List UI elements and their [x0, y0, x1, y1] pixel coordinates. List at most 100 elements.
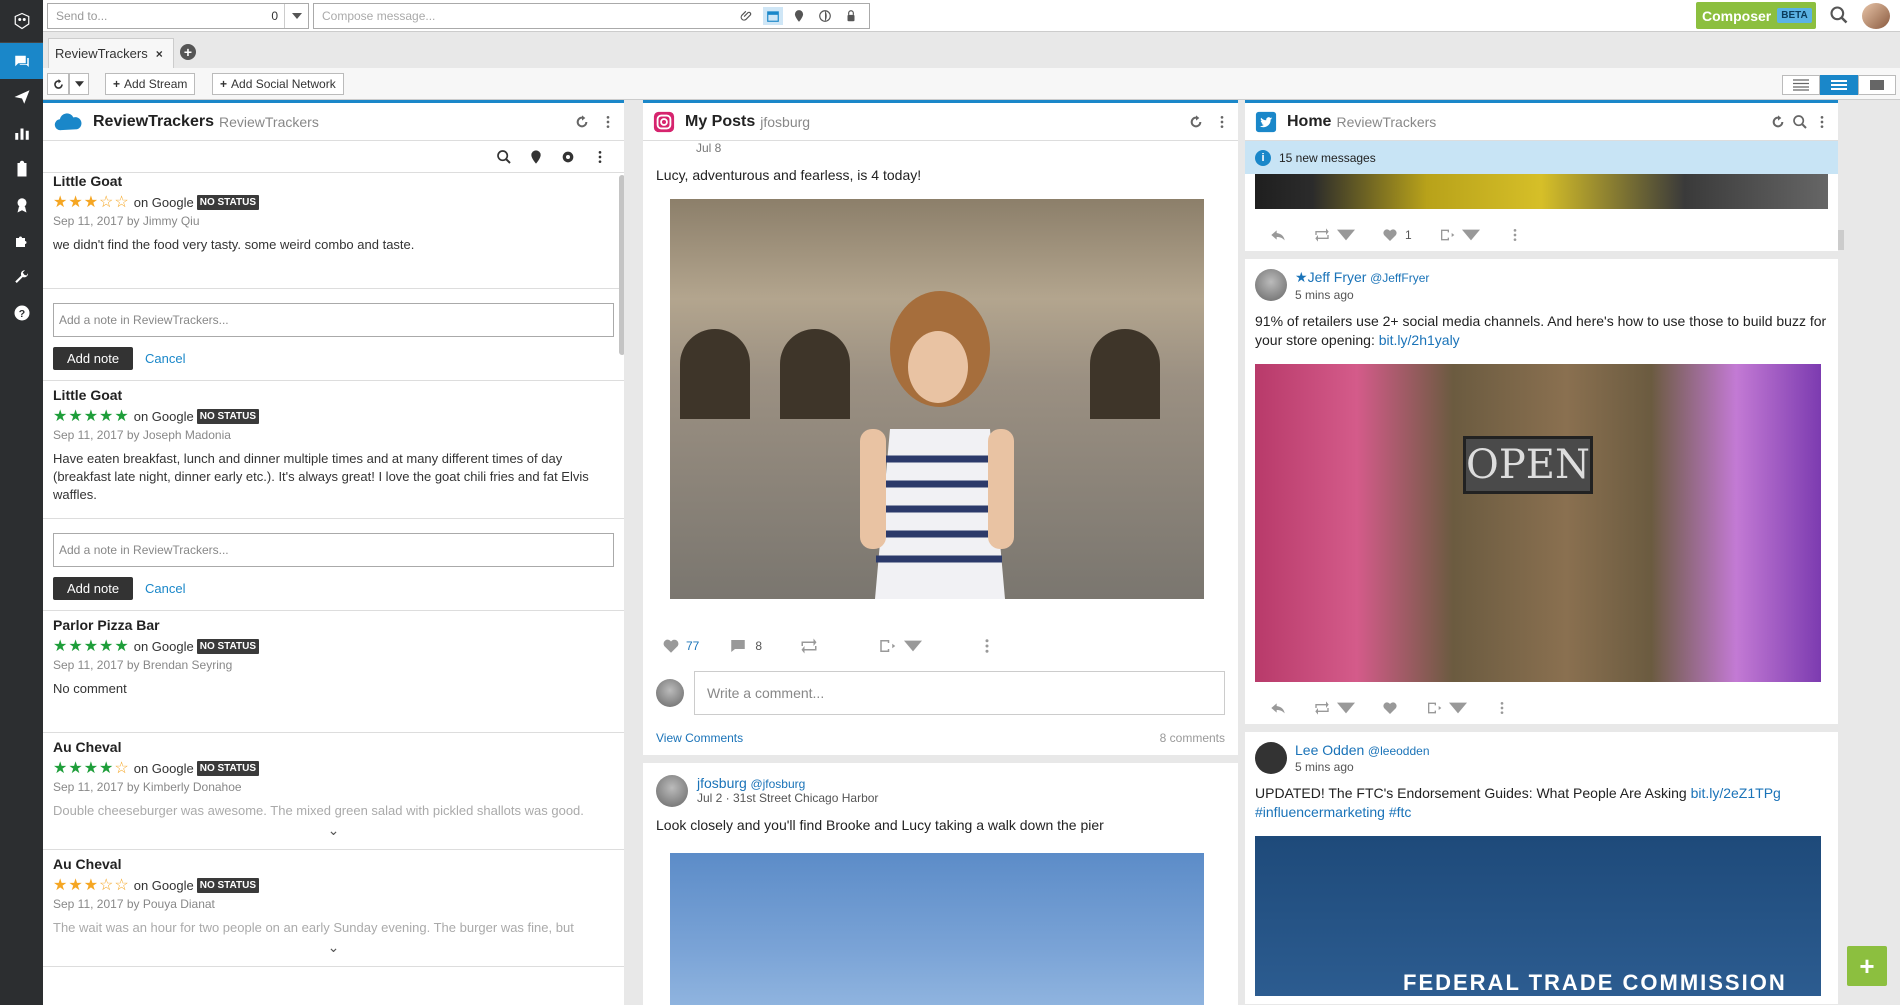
heart-icon[interactable]	[1381, 227, 1399, 243]
cancel-link[interactable]: Cancel	[145, 581, 185, 596]
retweet-icon[interactable]	[1313, 227, 1331, 243]
tab-reviewtrackers[interactable]: ReviewTrackers ×	[48, 38, 174, 68]
comment-icon[interactable]	[729, 637, 747, 655]
tweet-hashtags[interactable]: #influencermarketing #ftc	[1255, 804, 1411, 820]
tweet-image[interactable]: FEDERAL TRADE COMMISSION	[1255, 836, 1821, 996]
refresh-icon[interactable]	[1770, 114, 1786, 130]
post-photo[interactable]	[670, 199, 1204, 599]
author-avatar[interactable]	[1255, 269, 1287, 301]
post-photo[interactable]	[670, 853, 1204, 1005]
tweet-link[interactable]: bit.ly/2h1yaly	[1379, 332, 1460, 348]
location-button[interactable]	[789, 7, 809, 25]
new-messages-banner[interactable]: i 15 new messages	[1245, 141, 1838, 174]
tweet-link[interactable]: bit.ly/2eZ1TPg	[1691, 785, 1781, 801]
author-handle[interactable]: @leeodden	[1368, 744, 1430, 758]
add-note-button[interactable]: Add note	[53, 347, 134, 370]
expand-chevron-icon[interactable]: ⌄	[53, 822, 614, 839]
share-icon[interactable]	[1438, 227, 1456, 243]
view-compact-toggle[interactable]	[1782, 75, 1820, 95]
author-name[interactable]: ★Jeff Fryer	[1295, 269, 1366, 285]
more-vertical-icon[interactable]	[592, 149, 608, 165]
search-icon[interactable]	[496, 149, 512, 165]
refresh-icon[interactable]	[574, 114, 590, 130]
search-icon[interactable]	[1792, 114, 1808, 130]
gear-icon[interactable]	[560, 149, 576, 165]
heart-icon[interactable]	[662, 637, 680, 655]
more-vertical-icon[interactable]	[600, 114, 616, 130]
stream-toolbar: + Add Stream + Add Social Network	[43, 68, 1900, 100]
refresh-all-button[interactable]	[47, 73, 69, 95]
tab-close-icon[interactable]: ×	[156, 47, 163, 61]
reply-icon[interactable]	[1269, 700, 1287, 716]
comment-input[interactable]: Write a comment...	[694, 671, 1225, 715]
more-vertical-icon[interactable]	[1506, 227, 1524, 243]
reply-icon[interactable]	[1269, 227, 1287, 243]
chevron-down-icon[interactable]	[1337, 227, 1355, 243]
location-pin-icon[interactable]	[528, 149, 544, 165]
note-input[interactable]: Add a note in ReviewTrackers...	[53, 533, 614, 567]
share-icon[interactable]	[878, 637, 896, 655]
chevron-down-icon[interactable]	[904, 637, 923, 655]
star-rating-icon: ★★★☆☆	[53, 877, 130, 894]
global-search-button[interactable]	[1829, 5, 1849, 28]
schedule-button[interactable]	[763, 7, 783, 25]
nav-publisher[interactable]	[0, 79, 43, 115]
chevron-down-icon[interactable]	[1449, 700, 1467, 716]
send-to-dropdown[interactable]	[284, 4, 308, 28]
nav-tools[interactable]	[0, 259, 43, 295]
status-badge[interactable]: NO STATUS	[196, 877, 260, 893]
column-gap	[1238, 100, 1245, 1005]
nav-apps[interactable]	[0, 223, 43, 259]
send-to-input[interactable]: Send to... 0	[47, 3, 309, 29]
nav-contacts[interactable]	[0, 187, 43, 223]
compose-input[interactable]: Compose message...	[313, 3, 870, 29]
user-avatar[interactable]	[1862, 3, 1890, 29]
expand-chevron-icon[interactable]: ⌄	[53, 939, 614, 956]
repost-icon[interactable]	[800, 637, 818, 655]
more-vertical-icon[interactable]	[978, 637, 996, 655]
author-avatar[interactable]	[1255, 742, 1287, 774]
chevron-down-icon[interactable]	[1461, 227, 1480, 243]
nav-help[interactable]: ?	[0, 295, 43, 331]
view-expanded-toggle[interactable]	[1858, 75, 1896, 95]
add-social-network-button[interactable]: + Add Social Network	[212, 73, 344, 95]
view-comments-link[interactable]: View Comments	[656, 731, 743, 745]
nav-streams[interactable]	[0, 43, 43, 79]
nav-assignments[interactable]	[0, 151, 43, 187]
retweet-icon[interactable]	[1313, 700, 1331, 716]
author-handle[interactable]: @jfosburg	[750, 777, 805, 791]
heart-icon[interactable]	[1381, 700, 1399, 716]
status-badge[interactable]: NO STATUS	[196, 194, 260, 210]
status-badge[interactable]: NO STATUS	[196, 760, 260, 776]
stream-scrollbar[interactable]	[1838, 230, 1844, 250]
tweet-image[interactable]: OPEN	[1255, 364, 1821, 682]
tweet-image[interactable]	[1255, 174, 1828, 209]
add-tab-button[interactable]: +	[180, 44, 196, 60]
view-standard-toggle[interactable]	[1820, 75, 1858, 95]
nav-analytics[interactable]	[0, 115, 43, 151]
composer-button[interactable]: Composer BETA	[1696, 2, 1816, 29]
more-vertical-icon[interactable]	[1214, 114, 1230, 130]
attach-button[interactable]	[737, 7, 757, 25]
add-note-button[interactable]: Add note	[53, 577, 134, 600]
privacy-button[interactable]	[841, 7, 861, 25]
status-badge[interactable]: NO STATUS	[196, 408, 260, 424]
floating-add-button[interactable]: +	[1847, 946, 1887, 986]
refresh-options-dropdown[interactable]	[69, 73, 89, 95]
more-vertical-icon[interactable]	[1493, 700, 1511, 716]
note-input[interactable]: Add a note in ReviewTrackers...	[53, 303, 614, 337]
author-name[interactable]: jfosburg	[697, 775, 747, 791]
more-vertical-icon[interactable]	[1814, 114, 1830, 130]
add-stream-button[interactable]: + Add Stream	[105, 73, 196, 95]
review-meta: Sep 11, 2017 by Kimberly Donahoe	[53, 780, 242, 794]
refresh-icon[interactable]	[1188, 114, 1204, 130]
author-handle[interactable]: @JeffFryer	[1370, 271, 1429, 285]
targeting-button[interactable]	[815, 7, 835, 25]
status-badge[interactable]: NO STATUS	[196, 638, 260, 654]
chevron-down-icon[interactable]	[1337, 700, 1355, 716]
hootsuite-owl-logo[interactable]	[0, 0, 43, 43]
author-avatar[interactable]	[656, 775, 688, 807]
author-name[interactable]: Lee Odden	[1295, 742, 1364, 758]
cancel-link[interactable]: Cancel	[145, 351, 185, 366]
share-icon[interactable]	[1425, 700, 1443, 716]
